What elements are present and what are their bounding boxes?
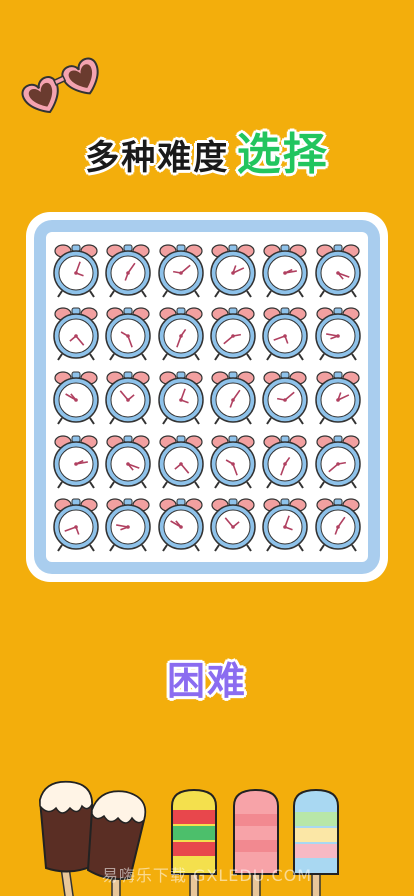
alarm-clock-icon xyxy=(315,371,361,425)
title-part-2: 选择 xyxy=(236,129,329,180)
alarm-clock-icon xyxy=(105,307,152,361)
alarm-clock-icon xyxy=(158,498,204,552)
alarm-clock-icon xyxy=(158,244,204,298)
puzzle-frame xyxy=(34,220,380,574)
clock-cell[interactable] xyxy=(50,429,102,493)
difficulty-label: 困难 xyxy=(166,659,247,703)
alarm-clock-icon xyxy=(210,498,256,552)
alarm-clock-icon xyxy=(158,434,204,489)
clock-cell[interactable] xyxy=(155,429,207,493)
clock-cell[interactable] xyxy=(102,429,154,493)
clock-cell[interactable] xyxy=(207,365,259,429)
alarm-clock-icon xyxy=(262,307,309,361)
clock-cell[interactable] xyxy=(155,365,207,429)
clock-cell[interactable] xyxy=(102,492,154,556)
alarm-clock-icon xyxy=(53,307,99,361)
clock-cell[interactable] xyxy=(50,238,102,302)
clock-cell[interactable] xyxy=(259,429,311,493)
clock-cell[interactable] xyxy=(259,492,311,556)
clock-cell[interactable] xyxy=(207,492,259,556)
clock-cell[interactable] xyxy=(155,238,207,302)
alarm-clock-icon xyxy=(262,371,309,425)
clock-cell[interactable] xyxy=(312,238,364,302)
alarm-clock-icon xyxy=(210,371,256,425)
clock-cell[interactable] xyxy=(207,238,259,302)
alarm-clock-icon xyxy=(315,498,361,552)
alarm-clock-icon xyxy=(158,371,204,425)
alarm-clock-icon xyxy=(53,244,99,298)
alarm-clock-icon xyxy=(210,434,256,489)
alarm-clock-icon xyxy=(105,244,152,298)
clock-cell[interactable] xyxy=(312,429,364,493)
alarm-clock-icon xyxy=(105,371,152,425)
alarm-clock-icon xyxy=(210,307,256,361)
clock-grid xyxy=(46,232,368,562)
clock-cell[interactable] xyxy=(155,492,207,556)
clock-cell[interactable] xyxy=(102,302,154,366)
alarm-clock-icon xyxy=(315,307,361,361)
clock-cell[interactable] xyxy=(312,302,364,366)
clock-cell[interactable] xyxy=(207,302,259,366)
clock-cell[interactable] xyxy=(259,302,311,366)
alarm-clock-icon xyxy=(315,434,361,489)
alarm-clock-icon xyxy=(210,244,256,298)
watermark: 易嗨乐下载 GXLEDU.COM xyxy=(101,866,313,885)
clock-cell[interactable] xyxy=(312,365,364,429)
alarm-clock-icon xyxy=(53,434,99,489)
page-title: 多种难度 选择 xyxy=(0,118,414,182)
clock-cell[interactable] xyxy=(102,365,154,429)
puzzle-card xyxy=(26,212,388,582)
alarm-clock-icon xyxy=(105,498,152,552)
alarm-clock-icon xyxy=(262,434,309,489)
clock-cell[interactable] xyxy=(50,302,102,366)
clock-cell[interactable] xyxy=(207,429,259,493)
clock-cell[interactable] xyxy=(50,365,102,429)
clock-cell[interactable] xyxy=(50,492,102,556)
alarm-clock-icon xyxy=(262,244,309,298)
title-part-1: 多种难度 xyxy=(85,138,230,178)
alarm-clock-icon xyxy=(315,244,361,298)
clock-cell[interactable] xyxy=(312,492,364,556)
alarm-clock-icon xyxy=(53,498,99,552)
clock-cell[interactable] xyxy=(259,365,311,429)
alarm-clock-icon xyxy=(158,307,204,361)
alarm-clock-icon xyxy=(53,371,99,425)
alarm-clock-icon xyxy=(105,434,152,489)
clock-cell[interactable] xyxy=(155,302,207,366)
alarm-clock-icon xyxy=(262,498,309,552)
clock-cell[interactable] xyxy=(259,238,311,302)
clock-cell[interactable] xyxy=(102,238,154,302)
